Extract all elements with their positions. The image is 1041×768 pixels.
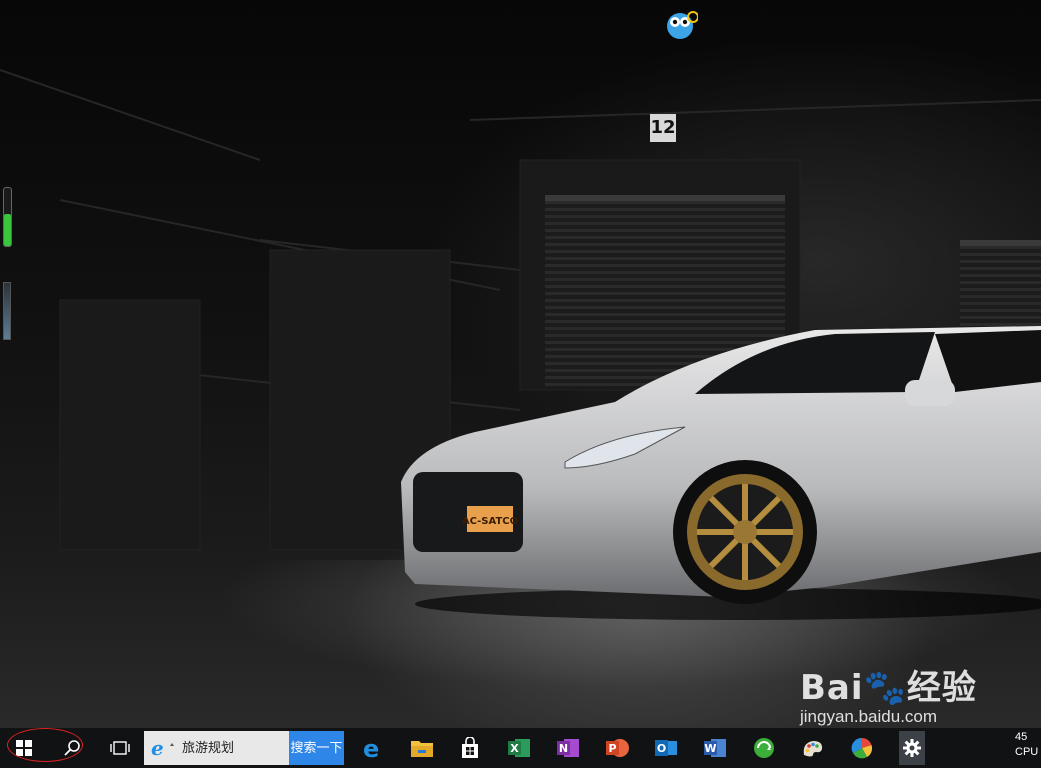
tray-value: 45	[1015, 731, 1028, 743]
ie-icon: e	[151, 736, 174, 760]
taskbar-app-word[interactable]: W	[695, 728, 735, 768]
svg-text:N: N	[559, 742, 568, 755]
excel-icon: X	[508, 739, 530, 757]
watermark-url: jingyan.baidu.com	[800, 707, 938, 726]
desktop-wallpaper: 12 AC-SATCO Bai🐾经验 jingyan.baidu.com	[0, 0, 1041, 728]
folder-icon	[411, 741, 433, 757]
side-gauge	[3, 282, 11, 340]
paint-palette-icon	[803, 741, 823, 757]
watermark-logo: Bai🐾经验	[800, 668, 977, 708]
svg-text:X: X	[510, 742, 519, 755]
tray-cpu-indicator[interactable]: 45 CPU	[1015, 730, 1041, 766]
taskbar-app-excel[interactable]: X	[499, 728, 539, 768]
taskbar-app-paint[interactable]	[793, 728, 833, 768]
taskbar-app-store[interactable]	[450, 728, 490, 768]
taskbar-app-edge[interactable]: e	[354, 728, 394, 768]
car-image: AC-SATCO	[401, 326, 1041, 620]
taskbar-app-outlook[interactable]: O	[646, 728, 686, 768]
wall-number-sign: 12	[650, 114, 676, 142]
onenote-icon: N	[557, 739, 579, 757]
taskbar-app-file-explorer[interactable]	[402, 728, 442, 768]
store-icon	[462, 737, 478, 758]
search-address-box[interactable]: e 旅游规划	[144, 731, 289, 765]
svg-text:e: e	[151, 736, 164, 760]
gear-icon	[903, 739, 921, 757]
taskbar-app-browser[interactable]	[744, 728, 784, 768]
color-wheel-icon	[851, 737, 873, 759]
license-plate: AC-SATCO	[462, 516, 518, 527]
svg-text:W: W	[704, 742, 716, 755]
highlight-circle	[7, 728, 83, 762]
search-submit-button[interactable]: 搜索一下	[289, 731, 344, 765]
taskbar-app-settings[interactable]	[892, 728, 932, 768]
baidu-watermark: Bai🐾经验 jingyan.baidu.com	[800, 660, 977, 727]
taskbar-app-onenote[interactable]: N	[548, 728, 588, 768]
tray-label: CPU	[1015, 746, 1039, 758]
taskbar-app-powerpoint[interactable]: P	[597, 728, 637, 768]
search-address-text: 旅游规划	[182, 740, 235, 755]
word-icon: W	[704, 739, 726, 757]
taskbar-app-color[interactable]	[842, 728, 882, 768]
level-gauge	[3, 187, 12, 247]
svg-text:e: e	[363, 736, 379, 760]
task-view-icon	[110, 741, 130, 755]
level-gauge-fill	[4, 214, 11, 246]
svg-text:P: P	[608, 742, 616, 755]
mascot-icon[interactable]	[666, 9, 698, 39]
edge-icon: e	[363, 736, 379, 760]
outlook-icon: O	[655, 740, 677, 756]
task-view-button[interactable]	[100, 728, 140, 768]
powerpoint-icon: P	[606, 739, 629, 757]
green-browser-icon	[754, 738, 774, 758]
svg-text:O: O	[657, 742, 666, 755]
